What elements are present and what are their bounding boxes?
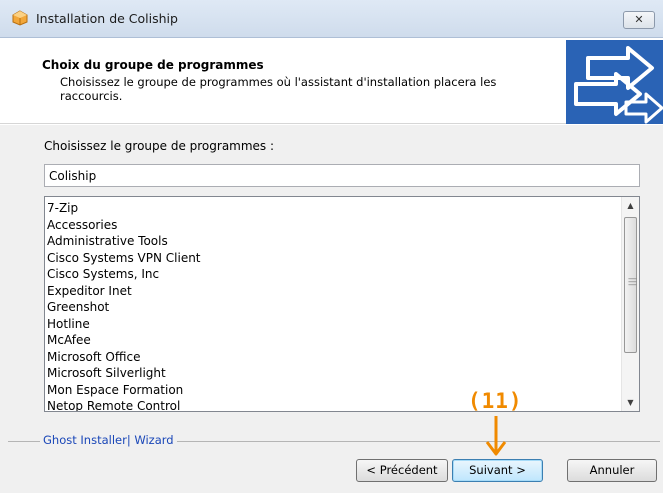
wizard-header: Choix du groupe de programmes Choisissez…: [0, 38, 663, 124]
list-item[interactable]: Cisco Systems, Inc: [47, 266, 617, 283]
close-icon: ✕: [634, 13, 644, 26]
group-prompt-label: Choisissez le groupe de programmes :: [44, 139, 275, 153]
brand-label: Ghost Installer| Wizard: [40, 433, 177, 447]
app-icon: [12, 10, 28, 26]
list-item[interactable]: 7-Zip: [47, 200, 617, 217]
previous-button[interactable]: < Précédent: [356, 459, 448, 482]
list-item[interactable]: Cisco Systems VPN Client: [47, 250, 617, 267]
wizard-body: Choisissez le groupe de programmes : 7-Z…: [0, 125, 663, 493]
list-item[interactable]: Hotline: [47, 316, 617, 333]
grip-icon: — — —: [628, 274, 637, 290]
step-description: Choisissez le groupe de programmes où l'…: [60, 75, 497, 103]
cancel-button[interactable]: Annuler: [567, 459, 657, 482]
annotation-arrow-icon: [485, 416, 507, 456]
step-title: Choix du groupe de programmes: [42, 58, 264, 72]
scroll-up-arrow-icon[interactable]: ▲: [622, 197, 639, 214]
program-group-list[interactable]: 7-Zip Accessories Administrative Tools Cisc…: [44, 196, 640, 412]
program-group-items: 7-Zip Accessories Administrative Tools Cisc…: [47, 200, 617, 411]
list-scrollbar[interactable]: ▲ — — — ▼: [621, 197, 639, 411]
list-item[interactable]: Netop Remote Control: [47, 398, 617, 411]
list-item[interactable]: Microsoft Office: [47, 349, 617, 366]
list-item[interactable]: Microsoft Silverlight: [47, 365, 617, 382]
scroll-thumb[interactable]: — — —: [624, 217, 637, 353]
next-button[interactable]: Suivant >: [452, 459, 543, 482]
step-annotation-label: (11): [468, 389, 523, 413]
list-item[interactable]: Accessories: [47, 217, 617, 234]
title-bar: Installation de Coliship ✕: [0, 0, 663, 38]
list-item[interactable]: Greenshot: [47, 299, 617, 316]
wizard-arrows-logo: [566, 40, 663, 124]
close-button[interactable]: ✕: [623, 11, 655, 29]
scroll-down-arrow-icon[interactable]: ▼: [622, 394, 639, 411]
window-title: Installation de Coliship: [36, 11, 178, 26]
list-item[interactable]: McAfee: [47, 332, 617, 349]
list-item[interactable]: Administrative Tools: [47, 233, 617, 250]
list-item[interactable]: Expeditor Inet: [47, 283, 617, 300]
list-item[interactable]: Mon Espace Formation: [47, 382, 617, 399]
program-group-input[interactable]: [44, 164, 640, 187]
